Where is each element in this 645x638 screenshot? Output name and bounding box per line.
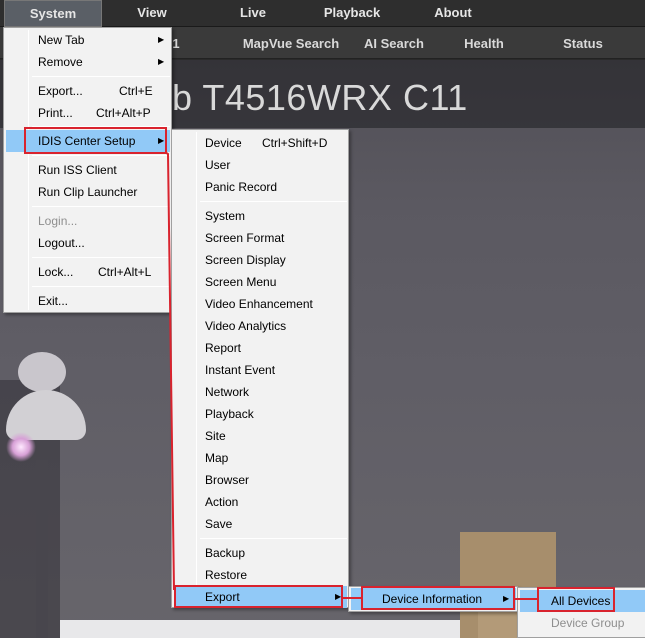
idis-center-setup-menu: Device Ctrl+Shift+D User Panic Record Sy… (171, 129, 349, 608)
item-label: Device (205, 136, 242, 150)
video-floor (60, 620, 520, 638)
setup-menu-system[interactable]: System (174, 205, 347, 227)
menu-separator (200, 538, 347, 539)
annotation-box-idis-center-setup (24, 127, 167, 154)
item-label: Network (205, 385, 250, 399)
item-label: New Tab (38, 33, 85, 47)
item-label: Run ISS Client (38, 163, 117, 177)
item-label: Screen Format (205, 231, 285, 245)
menu-about[interactable]: About (413, 0, 493, 27)
setup-menu-screen-menu[interactable]: Screen Menu (174, 271, 347, 293)
setup-menu-video-analytics[interactable]: Video Analytics (174, 315, 347, 337)
tab-mapvue-search[interactable]: MapVue Search (233, 27, 349, 59)
system-menu-exit[interactable]: Exit... (6, 290, 170, 312)
item-label: Logout... (38, 236, 85, 250)
video-pole (36, 460, 48, 638)
setup-menu-screen-format[interactable]: Screen Format (174, 227, 347, 249)
system-menu-print[interactable]: Print... Ctrl+Alt+P (6, 102, 170, 124)
setup-menu-action[interactable]: Action (174, 491, 347, 513)
system-menu-run-iss-client[interactable]: Run ISS Client (6, 159, 170, 181)
setup-menu-video-enhancement[interactable]: Video Enhancement (174, 293, 347, 315)
menu-playback[interactable]: Playback (312, 0, 392, 27)
system-menu-login: Login... (6, 210, 170, 232)
setup-menu-device[interactable]: Device Ctrl+Shift+D (174, 132, 347, 154)
item-label: Screen Display (205, 253, 286, 267)
system-menu-run-clip-launcher[interactable]: Run Clip Launcher (6, 181, 170, 203)
setup-menu-site[interactable]: Site (174, 425, 347, 447)
annotation-box-device-information (361, 586, 515, 610)
annotation-box-export (174, 585, 343, 608)
item-label: Action (205, 495, 239, 509)
video-fixture-top (18, 352, 66, 392)
menu-live[interactable]: Live (213, 0, 293, 27)
menu-separator (32, 286, 170, 287)
setup-menu-playback[interactable]: Playback (174, 403, 347, 425)
setup-menu-screen-display[interactable]: Screen Display (174, 249, 347, 271)
item-label: Map (205, 451, 229, 465)
setup-menu-instant-event[interactable]: Instant Event (174, 359, 347, 381)
item-label: Backup (205, 546, 246, 560)
tab-status[interactable]: Status (546, 27, 620, 59)
annotation-box-all-devices (537, 587, 615, 612)
system-menu-logout[interactable]: Logout... (6, 232, 170, 254)
item-label: Restore (205, 568, 248, 582)
item-label: System (205, 209, 246, 223)
setup-menu-backup[interactable]: Backup (174, 542, 347, 564)
item-label: Instant Event (205, 363, 276, 377)
setup-menu-map[interactable]: Map (174, 447, 347, 469)
setup-menu-restore[interactable]: Restore (174, 564, 347, 586)
item-label: Video Analytics (205, 319, 287, 333)
item-shortcut: Ctrl+Shift+D (262, 136, 328, 150)
item-label: Run Clip Launcher (38, 185, 138, 199)
menu-separator (32, 155, 170, 156)
tab-health[interactable]: Health (446, 27, 522, 59)
menu-separator (32, 206, 170, 207)
video-light-glow (6, 432, 36, 462)
item-label: Exit... (38, 294, 69, 308)
item-label: Print... (38, 106, 73, 120)
menu-separator (200, 201, 347, 202)
item-label: Site (205, 429, 226, 443)
item-label: Lock... (38, 265, 74, 279)
item-label: User (205, 158, 231, 172)
item-label: Login... (38, 214, 78, 228)
setup-menu-report[interactable]: Report (174, 337, 347, 359)
item-label: Panic Record (205, 180, 278, 194)
item-label: Save (205, 517, 233, 531)
main-menubar: System View Live Playback About (0, 0, 645, 27)
system-menu: New Tab ▶ Remove ▶ Export... Ctrl+E Prin… (3, 27, 172, 313)
item-label: Export... (38, 84, 83, 98)
item-label: Playback (205, 407, 254, 421)
item-shortcut: Ctrl+Alt+L (98, 265, 152, 279)
submenu-arrow-icon: ▶ (158, 35, 165, 44)
camera-title: b T4516WRX C11 (172, 77, 468, 118)
tab-ai-search[interactable]: AI Search (355, 27, 433, 59)
system-menu-lock[interactable]: Lock... Ctrl+Alt+L (6, 261, 170, 283)
system-menu-new-tab[interactable]: New Tab ▶ (6, 29, 170, 51)
setup-menu-user[interactable]: User (174, 154, 347, 176)
item-label: Video Enhancement (205, 297, 313, 311)
setup-menu-network[interactable]: Network (174, 381, 347, 403)
menu-system[interactable]: System (4, 0, 102, 27)
menu-separator (32, 76, 170, 77)
item-label: Screen Menu (205, 275, 277, 289)
submenu-arrow-icon: ▶ (158, 57, 165, 66)
device-info-menu-device-group: Device Group (520, 612, 645, 634)
item-label: Report (205, 341, 242, 355)
system-menu-export[interactable]: Export... Ctrl+E (6, 80, 170, 102)
menu-separator (32, 257, 170, 258)
setup-menu-browser[interactable]: Browser (174, 469, 347, 491)
item-shortcut: Ctrl+E (119, 84, 153, 98)
item-label: Remove (38, 55, 83, 69)
setup-menu-panic-record[interactable]: Panic Record (174, 176, 347, 198)
system-menu-remove[interactable]: Remove ▶ (6, 51, 170, 73)
item-shortcut: Ctrl+Alt+P (96, 106, 151, 120)
setup-menu-save[interactable]: Save (174, 513, 347, 535)
item-label: Device Group (551, 616, 625, 630)
menu-view[interactable]: View (112, 0, 192, 27)
item-label: Browser (205, 473, 250, 487)
